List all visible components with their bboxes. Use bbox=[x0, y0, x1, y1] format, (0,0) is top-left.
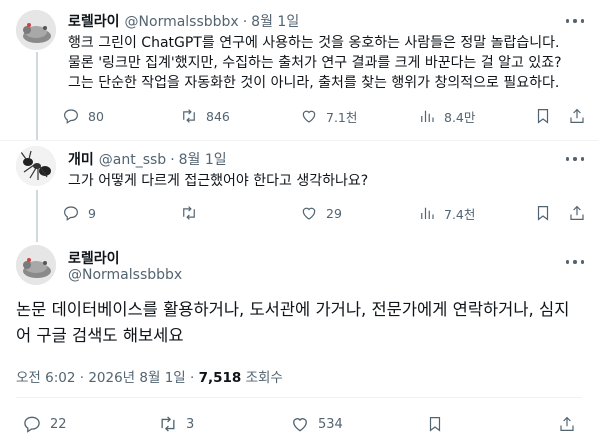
author-handle[interactable]: @Normalssbbbx bbox=[125, 14, 239, 30]
view-label: 조회수 bbox=[241, 370, 283, 386]
views-button[interactable]: 7.4천 bbox=[418, 203, 475, 223]
views-icon bbox=[421, 207, 434, 219]
tweet-1[interactable]: 로렐라이 @Normalssbbbx · 8월 1일 행크 그린이 ChatGP… bbox=[0, 0, 598, 140]
action-bar: 9 29 7.4천 bbox=[62, 203, 586, 223]
avatar[interactable] bbox=[16, 245, 56, 285]
tweet-header: 개미 @ant_ssb · 8월 1일 bbox=[68, 149, 227, 169]
like-icon bbox=[293, 418, 307, 432]
more-icon[interactable] bbox=[566, 253, 584, 271]
retweet-count: 3 bbox=[186, 416, 195, 432]
share-icon[interactable] bbox=[558, 414, 576, 434]
like-icon bbox=[302, 207, 316, 220]
more-icon[interactable] bbox=[566, 12, 584, 30]
reply-count: 80 bbox=[88, 108, 104, 124]
retweet-button[interactable]: 3 bbox=[158, 414, 194, 434]
separator: · bbox=[170, 152, 175, 168]
timestamp[interactable]: 8월 1일 bbox=[251, 11, 299, 31]
author-name[interactable]: 로렐라이 bbox=[68, 11, 120, 31]
retweet-button[interactable]: 846 bbox=[180, 106, 230, 126]
bookmark-icon[interactable] bbox=[534, 203, 552, 223]
author-name[interactable]: 개미 bbox=[68, 149, 94, 169]
tweet-header: 로렐라이 @Normalssbbbx · 8월 1일 bbox=[68, 11, 299, 31]
tweet-meta: 오전 6:02 · 2026년 8월 1일 · 7,518 조회수 bbox=[16, 366, 283, 386]
view-count: 7,518 bbox=[198, 370, 242, 386]
divider bbox=[16, 397, 582, 398]
retweet-count: 846 bbox=[206, 108, 230, 124]
reply-button[interactable]: 22 bbox=[22, 414, 67, 434]
reply-button[interactable]: 9 bbox=[62, 203, 96, 223]
tweet-text: 그가 어떻게 다르게 접근했어야 한다고 생각하나요? bbox=[68, 173, 369, 189]
retweet-button[interactable] bbox=[180, 203, 206, 223]
reply-icon bbox=[64, 109, 78, 124]
like-button[interactable]: 29 bbox=[300, 203, 342, 223]
reply-icon bbox=[24, 416, 40, 433]
action-bar: 80 846 7.1천 8.4만 bbox=[62, 106, 586, 126]
like-button[interactable]: 7.1천 bbox=[300, 106, 357, 126]
share-icon[interactable] bbox=[568, 203, 586, 223]
more-icon[interactable] bbox=[566, 150, 584, 168]
avatar[interactable] bbox=[16, 10, 56, 50]
timestamp[interactable]: 오전 6:02 · 2026년 8월 1일 · bbox=[16, 370, 199, 386]
reply-count: 22 bbox=[50, 416, 67, 432]
views-count: 7.4천 bbox=[444, 206, 476, 222]
like-icon bbox=[302, 110, 316, 123]
retweet-icon bbox=[183, 206, 195, 220]
author-handle[interactable]: @ant_ssb bbox=[99, 152, 166, 168]
retweet-icon bbox=[183, 109, 195, 123]
like-count: 534 bbox=[318, 416, 343, 432]
like-button[interactable]: 534 bbox=[290, 414, 343, 434]
avatar[interactable] bbox=[16, 146, 56, 186]
author-name[interactable]: 로렐라이 bbox=[68, 248, 120, 268]
separator: · bbox=[242, 14, 248, 30]
views-count: 8.4만 bbox=[444, 109, 476, 125]
reply-icon bbox=[64, 206, 78, 221]
bookmark-icon[interactable] bbox=[534, 106, 552, 126]
bookmark-icon[interactable] bbox=[426, 414, 444, 434]
views-icon bbox=[421, 110, 434, 122]
author-handle[interactable]: @Normalssbbbx bbox=[68, 267, 182, 283]
timestamp[interactable]: 8월 1일 bbox=[179, 149, 227, 169]
main-tweet-text: 논문 데이터베이스를 활용하거나, 도서관에 가거나, 전문가에게 연락하거나,… bbox=[16, 300, 570, 345]
like-count: 29 bbox=[326, 205, 342, 221]
views-button[interactable]: 8.4만 bbox=[418, 106, 475, 126]
retweet-icon bbox=[161, 416, 175, 432]
reply-count: 9 bbox=[88, 205, 96, 221]
action-bar: 22 3 534 bbox=[22, 414, 586, 434]
share-icon[interactable] bbox=[568, 106, 586, 126]
tweet-text: 행크 그린이 ChatGPT를 연구에 사용하는 것을 옹호하는 사람들은 정말… bbox=[68, 35, 562, 91]
like-count: 7.1천 bbox=[326, 109, 358, 125]
tweet-2[interactable]: 개미 @ant_ssb · 8월 1일 그가 어떻게 다르게 접근했어야 한다고… bbox=[0, 141, 598, 235]
reply-button[interactable]: 80 bbox=[62, 106, 104, 126]
